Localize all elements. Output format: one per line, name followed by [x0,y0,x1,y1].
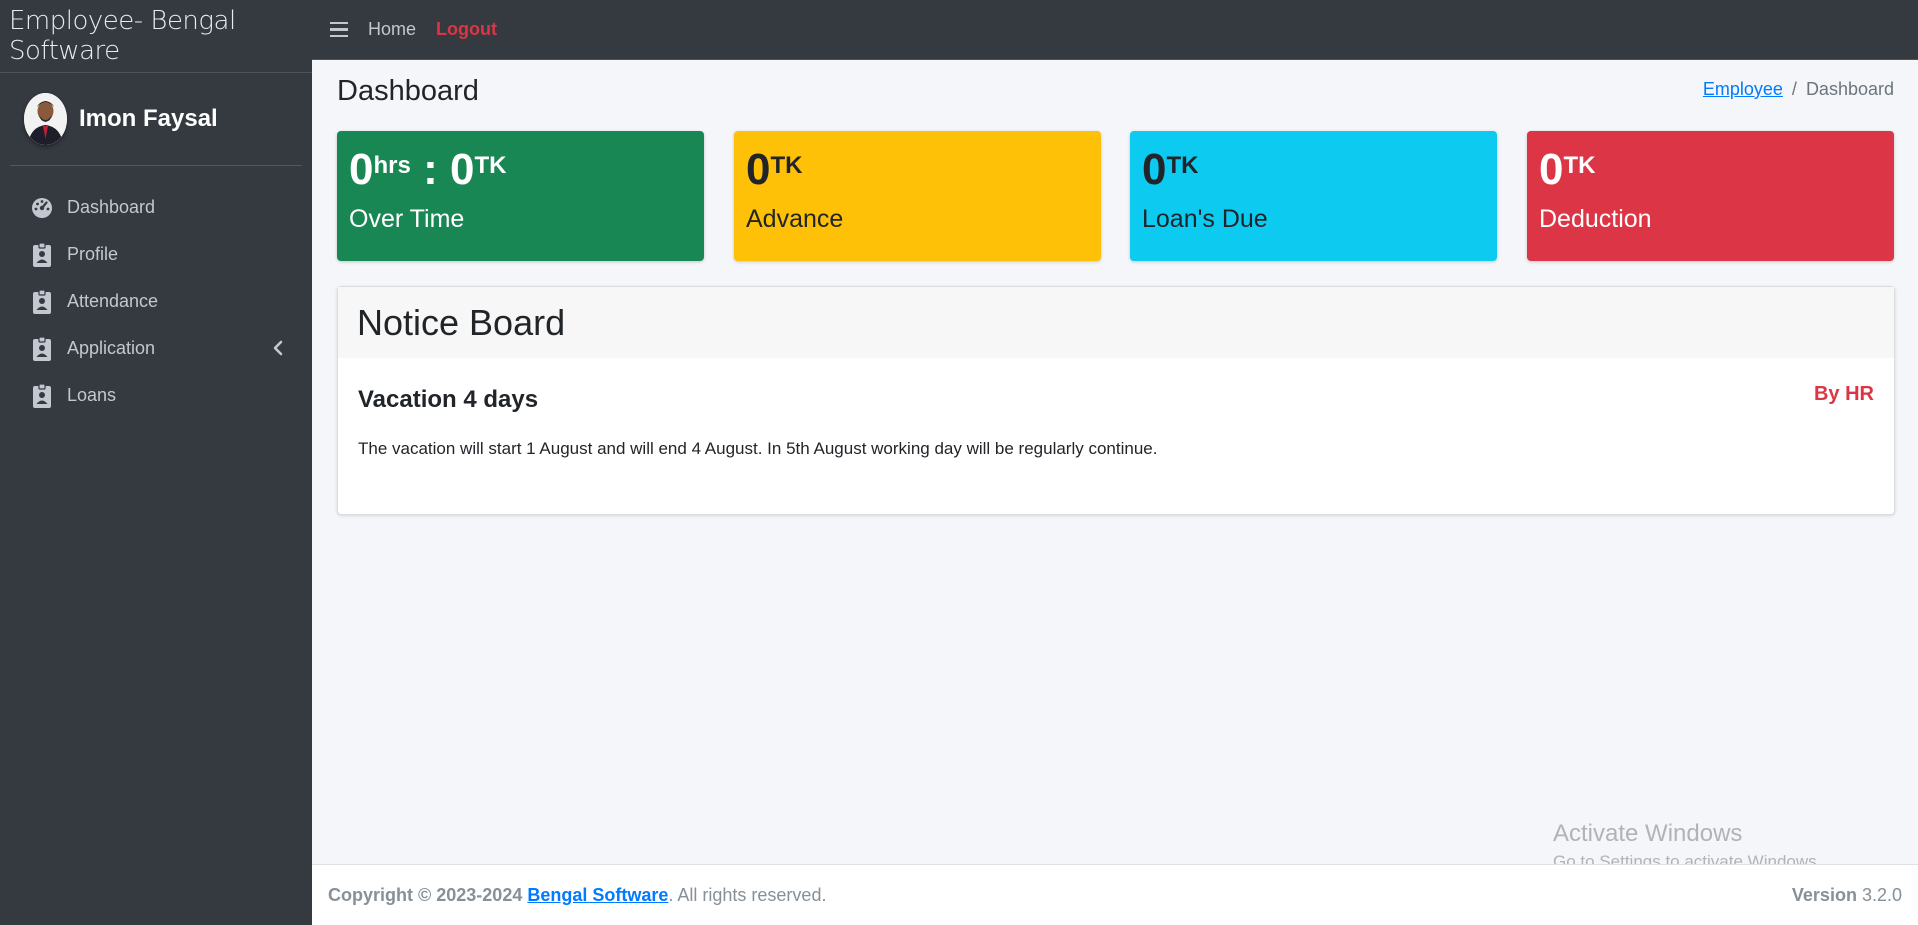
notice-board-card: Notice Board Vacation 4 days By HR The v… [337,286,1895,515]
page-title: Dashboard [337,75,479,107]
brand-link[interactable]: Employee- Bengal Software [0,0,312,73]
sidebar-item-loans[interactable]: Loans [0,372,312,419]
notice-board-header: Notice Board [338,287,1894,358]
overtime-value: 0hrs : 0TK [349,145,507,194]
brand-title: Employee- Bengal Software [9,6,236,66]
id-badge-icon [31,242,53,268]
sidebar-item-profile[interactable]: Profile [0,231,312,278]
sidebar: Employee- Bengal Software Imon Faysal Da… [0,0,312,925]
deduction-stat-box: 0TK Deduction [1527,131,1894,261]
chevron-left-icon[interactable] [272,338,284,363]
footer: Copyright © 2023-2024 Bengal Software. A… [312,864,1918,925]
sidebar-item-label: Loans [67,385,117,405]
notice-title: Vacation 4 days [358,386,539,413]
copyright-text: Copyright © 2023-2024 Bengal Software. A… [328,884,827,905]
watermark-line1: Activate Windows [1553,820,1743,847]
sidebar-item-label: Profile [67,244,119,264]
top-navbar: Home Logout [312,0,1918,60]
notice-author: By HR [1813,383,1874,405]
main-content: Dashboard Employee / Dashboard 0hrs : 0TK … [312,60,1918,864]
sidebar-item-application[interactable]: Application [0,325,312,372]
loans-due-stat-box: 0TK Loan's Due [1130,131,1497,261]
loans-due-value: 0TK [1142,145,1199,194]
loans-due-label: Loan's Due [1142,205,1268,233]
sidebar-item-label: Attendance [67,291,159,311]
sidebar-item-attendance[interactable]: Attendance [0,278,312,325]
notice-board-title: Notice Board [357,301,566,343]
home-link[interactable]: Home [368,19,416,40]
id-badge-icon [31,383,53,409]
id-badge-icon [31,336,53,362]
breadcrumb-employee-link[interactable]: Employee [1703,79,1783,99]
sidebar-item-dashboard[interactable]: Dashboard [0,184,312,231]
deduction-label: Deduction [1539,205,1652,233]
deduction-value: 0TK [1539,145,1596,194]
overtime-stat-box: 0hrs : 0TK Over Time [337,131,704,261]
notice-body: The vacation will start 1 August and wil… [358,439,1158,458]
sidebar-nav: Dashboard Profile Attendance Application… [0,184,312,419]
advance-value: 0TK [746,145,803,194]
tachometer-icon [31,195,53,221]
breadcrumb: Employee / Dashboard [1703,79,1894,100]
breadcrumb-current: Dashboard [1805,79,1894,99]
hamburger-menu-icon[interactable] [330,21,348,39]
id-badge-icon [31,289,53,315]
sidebar-item-label: Dashboard [67,197,156,217]
advance-label: Advance [746,205,844,233]
user-name[interactable]: Imon Faysal [79,105,218,133]
version-info: Version 3.2.0 [1791,884,1902,905]
user-panel: Imon Faysal [10,73,302,166]
avatar[interactable] [24,93,67,145]
logout-link[interactable]: Logout [436,19,497,40]
company-link[interactable]: Bengal Software [527,885,668,905]
advance-stat-box: 0TK Advance [734,131,1101,261]
overtime-label: Over Time [349,205,465,233]
breadcrumb-separator: / [1791,79,1797,99]
sidebar-item-label: Application [67,338,156,358]
